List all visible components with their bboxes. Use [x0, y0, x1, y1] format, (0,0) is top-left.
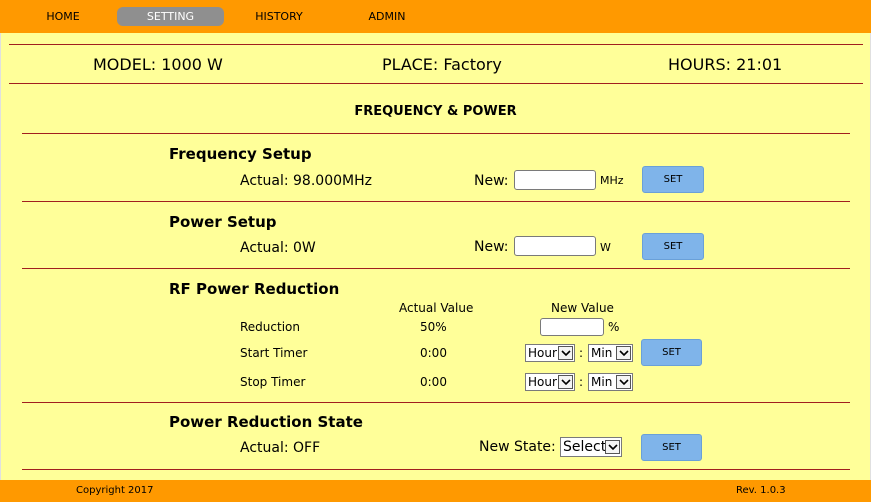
power-actual: Actual: 0W — [240, 240, 316, 256]
stop-hour-select[interactable]: Hour — [525, 373, 575, 391]
stop-timer-label: Stop Timer — [240, 375, 306, 389]
divider — [22, 133, 850, 134]
footer-bar: Copyright 2017 Rev. 1.0.3 — [0, 480, 871, 502]
new-state-value: Select — [563, 439, 607, 455]
hours-info: HOURS: 21:01 — [668, 55, 783, 74]
start-hour-select[interactable]: Hour — [525, 344, 575, 362]
state-actual: Actual: OFF — [240, 440, 321, 456]
power-input[interactable] — [514, 236, 596, 256]
start-min-value: Min — [591, 346, 613, 360]
reduction-input[interactable] — [540, 318, 604, 336]
chevron-down-icon — [558, 375, 573, 389]
col-actual-value: Actual Value — [399, 301, 474, 315]
nav-history[interactable]: HISTORY — [246, 7, 312, 26]
nav-home[interactable]: HOME — [30, 7, 96, 26]
page-title: FREQUENCY & POWER — [354, 104, 517, 119]
reduction-label: Reduction — [240, 320, 300, 334]
divider — [9, 83, 863, 84]
reduction-unit: % — [608, 320, 620, 334]
new-state-label: New State: — [479, 439, 556, 455]
power-new-label: New: — [474, 239, 509, 255]
frequency-set-button[interactable]: SET — [642, 166, 704, 193]
divider — [22, 201, 850, 202]
power-reduction-state-title: Power Reduction State — [169, 413, 363, 431]
start-min-select[interactable]: Min — [588, 344, 633, 362]
power-set-button[interactable]: SET — [642, 233, 704, 260]
model-info: MODEL: 1000 W — [93, 55, 223, 74]
col-new-value: New Value — [551, 301, 614, 315]
chevron-down-icon — [605, 440, 620, 454]
stop-time-colon: : — [579, 375, 584, 389]
rf-power-reduction-title: RF Power Reduction — [169, 280, 340, 298]
chevron-down-icon — [616, 375, 631, 389]
divider — [22, 268, 850, 269]
frequency-new-label: New: — [474, 173, 509, 189]
copyright-text: Copyright 2017 — [76, 485, 154, 496]
start-timer-actual: 0:00 — [420, 346, 447, 360]
power-setup-title: Power Setup — [169, 213, 277, 231]
frequency-unit: MHz — [600, 174, 624, 187]
frequency-actual: Actual: 98.000MHz — [240, 173, 372, 189]
timer-set-button[interactable]: SET — [641, 339, 702, 366]
state-set-button[interactable]: SET — [641, 434, 702, 461]
start-time-colon: : — [579, 346, 584, 360]
nav-admin[interactable]: ADMIN — [354, 7, 420, 26]
chevron-down-icon — [558, 346, 573, 360]
place-info: PLACE: Factory — [382, 55, 502, 74]
reduction-actual: 50% — [420, 320, 447, 334]
revision-text: Rev. 1.0.3 — [736, 485, 786, 496]
page-frame — [0, 0, 871, 502]
stop-min-value: Min — [591, 375, 613, 389]
chevron-down-icon — [616, 346, 631, 360]
nav-setting[interactable]: SETTING — [117, 7, 224, 26]
frequency-input[interactable] — [514, 170, 596, 190]
top-nav-bar: HOME SETTING HISTORY ADMIN — [0, 0, 871, 33]
power-unit: W — [600, 241, 611, 254]
new-state-select[interactable]: Select — [560, 437, 622, 457]
divider — [22, 469, 850, 470]
divider — [22, 402, 850, 403]
start-hour-value: Hour — [528, 346, 557, 360]
start-timer-label: Start Timer — [240, 346, 308, 360]
frequency-setup-title: Frequency Setup — [169, 145, 312, 163]
stop-min-select[interactable]: Min — [588, 373, 633, 391]
divider — [9, 44, 863, 45]
stop-timer-actual: 0:00 — [420, 375, 447, 389]
stop-hour-value: Hour — [528, 375, 557, 389]
